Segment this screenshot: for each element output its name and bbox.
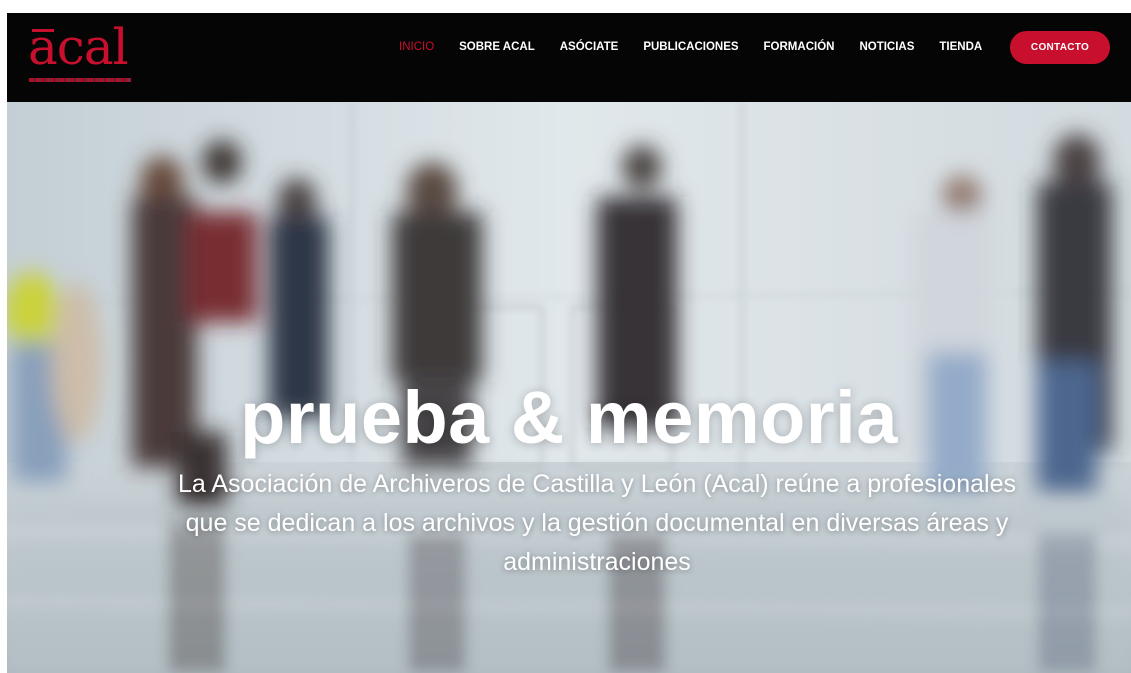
contact-button[interactable]: CONTACTO [1010, 31, 1110, 64]
acal-logo[interactable]: acal [28, 17, 133, 85]
nav-link-tienda[interactable]: TIENDA [939, 35, 982, 60]
hero-description: La Asociación de Archiveros de Castilla … [178, 470, 1016, 576]
nav-link-publicaciones[interactable]: PUBLICACIONES [643, 35, 738, 60]
nav-link-sobre-acal[interactable]: SOBRE ACAL [459, 35, 535, 60]
nav-link-inicio[interactable]: INICIO [399, 35, 434, 60]
nav-link-asociate[interactable]: ASÓCIATE [560, 35, 619, 60]
hero-section: prueba & memoria La Asociación de Archiv… [7, 102, 1131, 673]
hero-title: prueba & memoria [240, 375, 898, 459]
nav-link-formacion[interactable]: FORMACIÓN [764, 35, 835, 60]
nav-link-noticias[interactable]: NOTICIAS [859, 35, 914, 60]
browser-viewport: acal INICIO SOBRE ACAL ASÓCIATE PUBLICAC… [7, 13, 1131, 673]
logo-tagline-graphic [29, 78, 131, 82]
main-nav: INICIO SOBRE ACAL ASÓCIATE PUBLICACIONES… [399, 35, 1007, 60]
logo-wordmark: acal [28, 18, 129, 76]
site-header: acal INICIO SOBRE ACAL ASÓCIATE PUBLICAC… [7, 13, 1131, 102]
